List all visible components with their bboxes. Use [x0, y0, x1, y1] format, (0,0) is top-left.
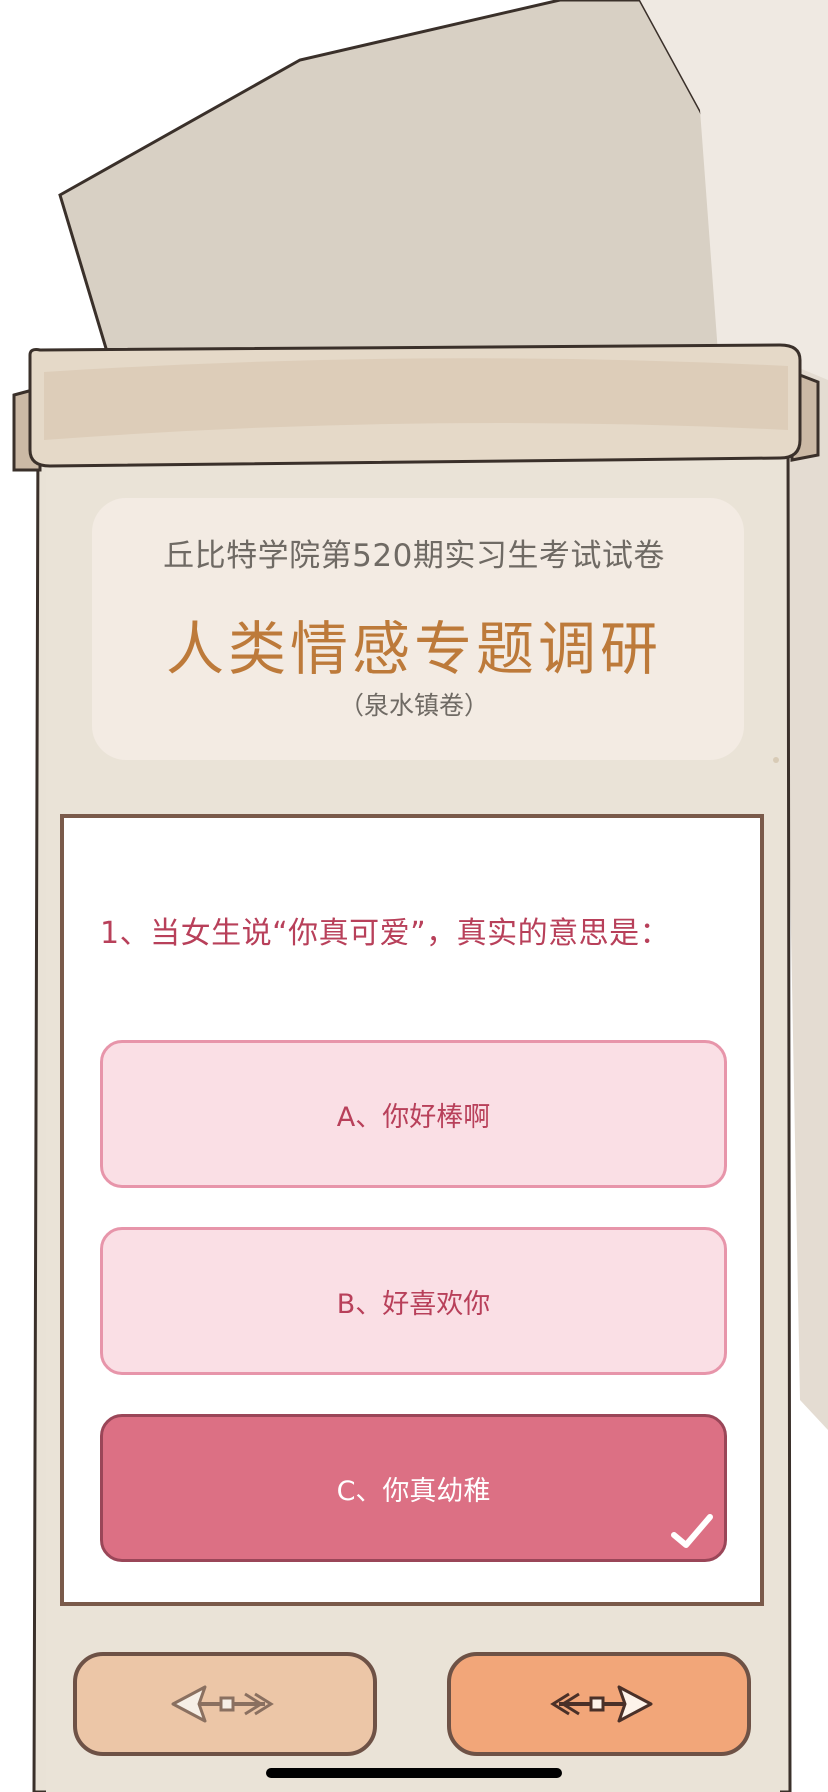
option-a-button[interactable]: A、你好棒啊 [100, 1040, 727, 1188]
prev-button[interactable] [73, 1652, 377, 1756]
option-b-button[interactable]: B、好喜欢你 [100, 1227, 727, 1375]
option-b-label: B、好喜欢你 [336, 1288, 491, 1320]
option-c-label: C、你真幼稚 [336, 1475, 491, 1507]
exam-edition: （泉水镇卷） [338, 691, 489, 720]
check-icon [671, 1514, 713, 1548]
exam-subtitle: 丘比特学院第520期实习生考试试卷 [163, 538, 665, 574]
next-button[interactable] [447, 1652, 751, 1756]
home-indicator[interactable] [266, 1768, 562, 1778]
arrow-left-icon [171, 1685, 274, 1723]
option-a-label: A、你好棒啊 [336, 1101, 491, 1133]
exam-title: 人类情感专题调研 [165, 615, 662, 683]
arrow-right-icon [550, 1685, 653, 1723]
option-c-button[interactable]: C、你真幼稚 [100, 1414, 727, 1562]
question-text: 1、当女生说“你真可爱”，真实的意思是： [100, 916, 671, 951]
